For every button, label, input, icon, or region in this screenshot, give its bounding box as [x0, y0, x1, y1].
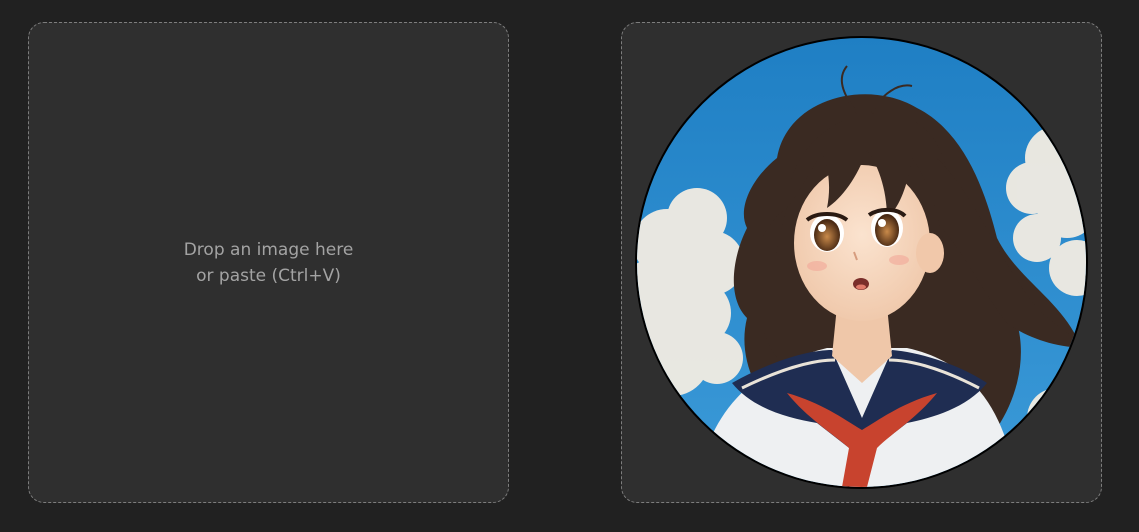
paste-instruction-line-2: or paste (Ctrl+V) [196, 266, 341, 286]
drop-instruction-line-1: Drop an image here [183, 240, 354, 260]
circular-crop-frame [635, 36, 1088, 489]
cropped-preview-panel [621, 22, 1102, 503]
preview-image [637, 38, 1086, 487]
image-drop-zone[interactable]: Drop an image here or paste (Ctrl+V) [28, 22, 509, 503]
drop-instructions: Drop an image here or paste (Ctrl+V) [29, 237, 508, 289]
